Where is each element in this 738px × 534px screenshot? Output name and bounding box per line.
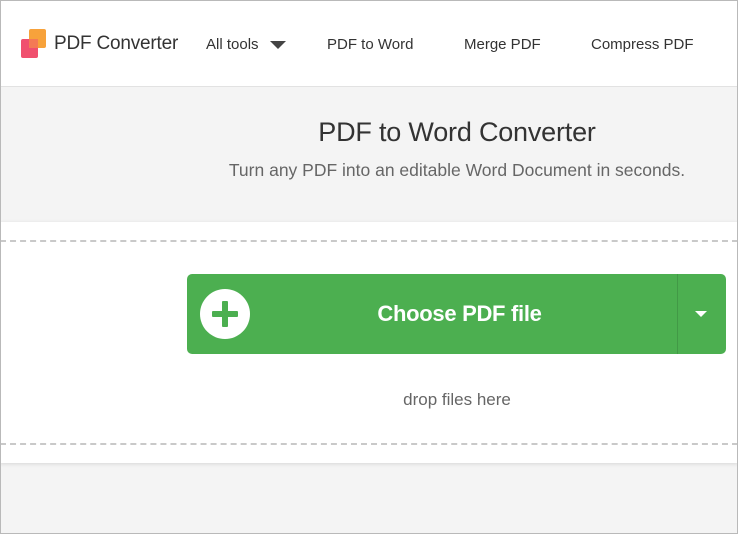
brand-name[interactable]: PDF Converter	[54, 33, 178, 55]
site-header: PDF Converter All tools PDF to Word Merg…	[0, 0, 738, 87]
dropzone-border-top	[0, 240, 738, 242]
pdf-converter-logo-icon[interactable]	[21, 29, 47, 59]
button-divider	[677, 274, 678, 354]
nav-all-tools[interactable]: All tools	[206, 36, 259, 53]
choose-pdf-file-label: Choose PDF file	[377, 301, 542, 326]
chevron-down-icon[interactable]	[695, 311, 707, 317]
plus-icon	[200, 289, 250, 339]
nav-merge-pdf[interactable]: Merge PDF	[464, 36, 541, 53]
page-title: PDF to Word Converter	[318, 117, 596, 147]
nav-pdf-to-word[interactable]: PDF to Word	[327, 36, 413, 53]
nav-compress-pdf[interactable]: Compress PDF	[591, 36, 694, 53]
choose-pdf-file-button[interactable]: Choose PDF file	[187, 274, 726, 354]
upload-dropzone[interactable]: Choose PDF file drop files here	[0, 222, 738, 463]
chevron-down-icon[interactable]	[270, 41, 286, 49]
drop-files-hint: drop files here	[403, 390, 511, 409]
dropzone-border-bottom	[0, 443, 738, 445]
page-subtitle: Turn any PDF into an editable Word Docum…	[228, 160, 686, 180]
